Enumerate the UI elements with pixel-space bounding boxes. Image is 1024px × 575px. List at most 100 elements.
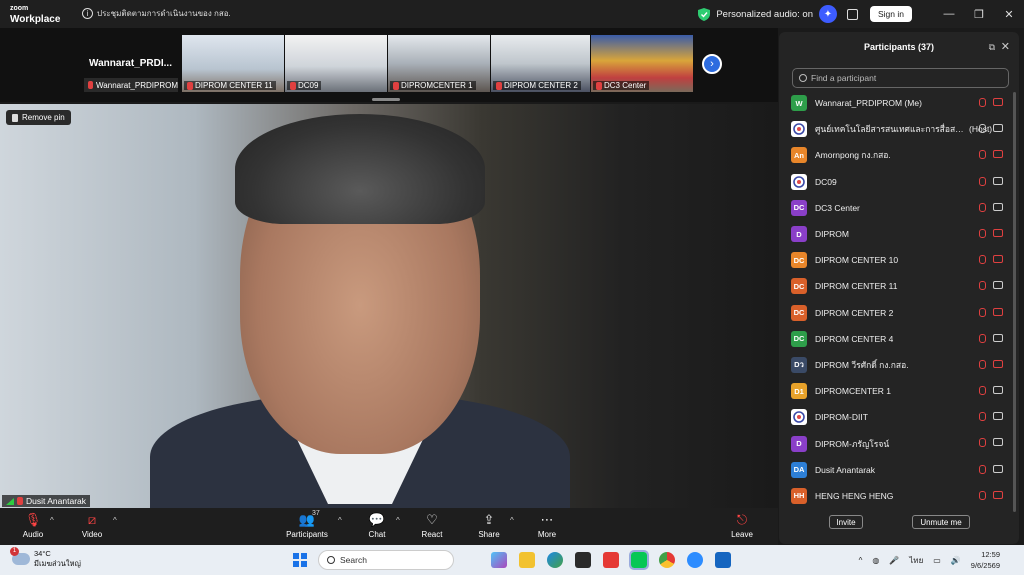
participant-row[interactable]: W Wannarat_PRDIPROM (Me) [779, 90, 1011, 116]
participant-name: DC09 [815, 176, 837, 187]
participants-title: Participants (37) [863, 42, 935, 52]
clock[interactable]: 12:59 9/6/2569 [971, 549, 1000, 571]
meeting-info[interactable]: i ประชุมติดตามการดำเนินงานของ กสอ. [82, 7, 231, 20]
camera-off-icon [993, 228, 1003, 237]
participant-row[interactable]: DC DIPROM CENTER 10 [779, 247, 1011, 273]
participant-row[interactable]: ศูนย์เทคโนโลยีสารสนเทศและการสื่อสาร ...(… [779, 116, 1011, 142]
participant-thumbnail[interactable]: DC3 Center [591, 35, 693, 92]
participants-options-chevron-icon[interactable]: ^ [338, 516, 342, 525]
camera-off-icon [993, 307, 1003, 316]
participants-panel: Participants (37) ⧉ ✕ Find a participant… [779, 32, 1019, 544]
chat-options-chevron-icon[interactable]: ^ [396, 516, 400, 525]
youtube-icon[interactable] [603, 552, 619, 568]
minimize-icon[interactable]: — [934, 8, 964, 20]
mic-off-icon [979, 438, 986, 448]
participant-name: DIPROM [815, 229, 849, 240]
personalized-audio-status[interactable]: Personalized audio: on [716, 9, 813, 20]
copilot-icon[interactable] [491, 552, 507, 568]
taskbar-search-input[interactable]: Search [318, 550, 454, 570]
participants-button[interactable]: 👥 37 Participants [282, 510, 332, 539]
avatar: W [791, 95, 807, 112]
leave-button[interactable]: ⎋ Leave [717, 512, 767, 539]
share-button[interactable]: ⇪ Share [464, 512, 514, 539]
mic-off-icon [979, 255, 986, 265]
strip-resize-handle[interactable] [372, 98, 400, 101]
unmute-me-button[interactable]: Unmute me [912, 515, 970, 529]
participant-name: DIPROM วีรศักดิ์ กง.กสอ. [815, 359, 909, 370]
system-tray: ^ ◍ 🎤 ไทย ▭ 🔊 12:59 9/6/2569 [859, 545, 1024, 575]
tray-chevron-up-icon[interactable]: ^ [859, 556, 863, 565]
participant-search-input[interactable]: Find a participant [792, 68, 1009, 88]
audio-options-chevron-icon[interactable]: ^ [50, 516, 54, 525]
zoom-taskbar-icon[interactable] [687, 552, 703, 568]
chat-icon: 💬 [368, 512, 386, 527]
weather-desc: มีเมฆส่วนใหญ่ [34, 559, 81, 568]
file-explorer-icon[interactable] [519, 552, 535, 568]
mic-off-icon [496, 81, 502, 90]
next-page-button[interactable]: › [702, 54, 722, 74]
chat-button[interactable]: 💬 Chat [352, 512, 402, 539]
ai-companion-icon[interactable]: ✦ [819, 5, 837, 23]
active-speaker-video[interactable] [0, 104, 778, 508]
network-icon[interactable]: ▭ [933, 556, 941, 565]
video-button[interactable]: ⧄ Video [67, 512, 117, 539]
weather-widget[interactable]: 1 34°C มีเมฆส่วนใหญ่ [10, 547, 81, 569]
more-button[interactable]: ⋯ More [522, 512, 572, 539]
participant-row[interactable]: D DIPROM [779, 221, 1011, 247]
participant-row[interactable]: D1 DIPROMCENTER 1 [779, 378, 1011, 404]
participant-thumbnail[interactable]: DIPROMCENTER 1 [388, 35, 490, 92]
camera-off-icon: ⧄ [87, 512, 97, 527]
participant-row[interactable]: DC DC3 Center [779, 195, 1011, 221]
participant-list-scrollbar[interactable] [1013, 92, 1016, 512]
participant-thumbnail[interactable]: DIPROM CENTER 11 [182, 35, 284, 92]
mic-off-icon [290, 81, 296, 90]
camera-off-icon [993, 359, 1003, 368]
search-icon [799, 74, 807, 82]
avatar: D [791, 226, 807, 243]
camera-icon [993, 333, 1003, 342]
avatar: D [791, 435, 807, 452]
volume-icon[interactable]: 🔊 [951, 556, 961, 565]
share-options-chevron-icon[interactable]: ^ [510, 516, 514, 525]
participant-row[interactable]: DC DIPROM CENTER 11 [779, 273, 1011, 299]
line-icon[interactable] [629, 550, 649, 570]
remove-pin-button[interactable]: Remove pin [6, 110, 71, 125]
info-icon[interactable]: i [82, 8, 93, 19]
window-close-icon[interactable]: ✕ [994, 8, 1024, 21]
calendar-icon[interactable] [847, 8, 858, 20]
sign-in-button[interactable]: Sign in [870, 6, 912, 22]
mic-off-icon [979, 150, 986, 160]
language-indicator[interactable]: ไทย [909, 554, 923, 567]
close-panel-icon[interactable]: ✕ [1001, 40, 1010, 53]
react-button[interactable]: ♡ React [407, 512, 457, 539]
video-options-chevron-icon[interactable]: ^ [113, 516, 117, 525]
invite-button[interactable]: Invite [829, 515, 863, 529]
store-icon[interactable] [575, 552, 591, 568]
participant-row[interactable]: HH HENG HENG HENG [779, 483, 1011, 509]
mic-off-icon [979, 359, 986, 369]
mic-off-icon [979, 464, 986, 474]
participant-row[interactable]: DC09 [779, 169, 1011, 195]
avatar [791, 173, 807, 190]
participant-thumbnail[interactable]: DIPROM CENTER 2 [491, 35, 590, 92]
participant-row[interactable]: D DIPROM-ภรัญโรจน์ [779, 430, 1011, 456]
camera-icon [993, 386, 1003, 395]
participant-row[interactable]: DC DIPROM CENTER 2 [779, 300, 1011, 326]
participant-row[interactable]: DIPROM-DIIT [779, 404, 1011, 430]
participant-row[interactable]: An Amornpong กง.กสอ. [779, 142, 1011, 168]
tray-app-icon[interactable]: ◍ [872, 556, 879, 565]
word-icon[interactable] [715, 552, 731, 568]
participant-row[interactable]: DA Dusit Anantarak [779, 457, 1011, 483]
edge-icon[interactable] [547, 552, 563, 568]
participant-thumbnail[interactable]: DC09 [285, 35, 387, 92]
participant-row[interactable]: Dว DIPROM วีรศักดิ์ กง.กสอ. [779, 352, 1011, 378]
participant-row[interactable]: DC DIPROM CENTER 4 [779, 326, 1011, 352]
mic-off-icon [979, 176, 986, 186]
pin-icon [12, 113, 18, 122]
windows-start-icon[interactable] [293, 553, 307, 567]
chrome-icon[interactable] [659, 552, 675, 568]
pop-out-icon[interactable]: ⧉ [989, 42, 995, 53]
participant-name: ศูนย์เทคโนโลยีสารสนเทศและการสื่อสาร ... [815, 124, 965, 135]
restore-icon[interactable]: ❐ [964, 8, 994, 21]
microphone-icon[interactable]: 🎤 [889, 556, 899, 565]
